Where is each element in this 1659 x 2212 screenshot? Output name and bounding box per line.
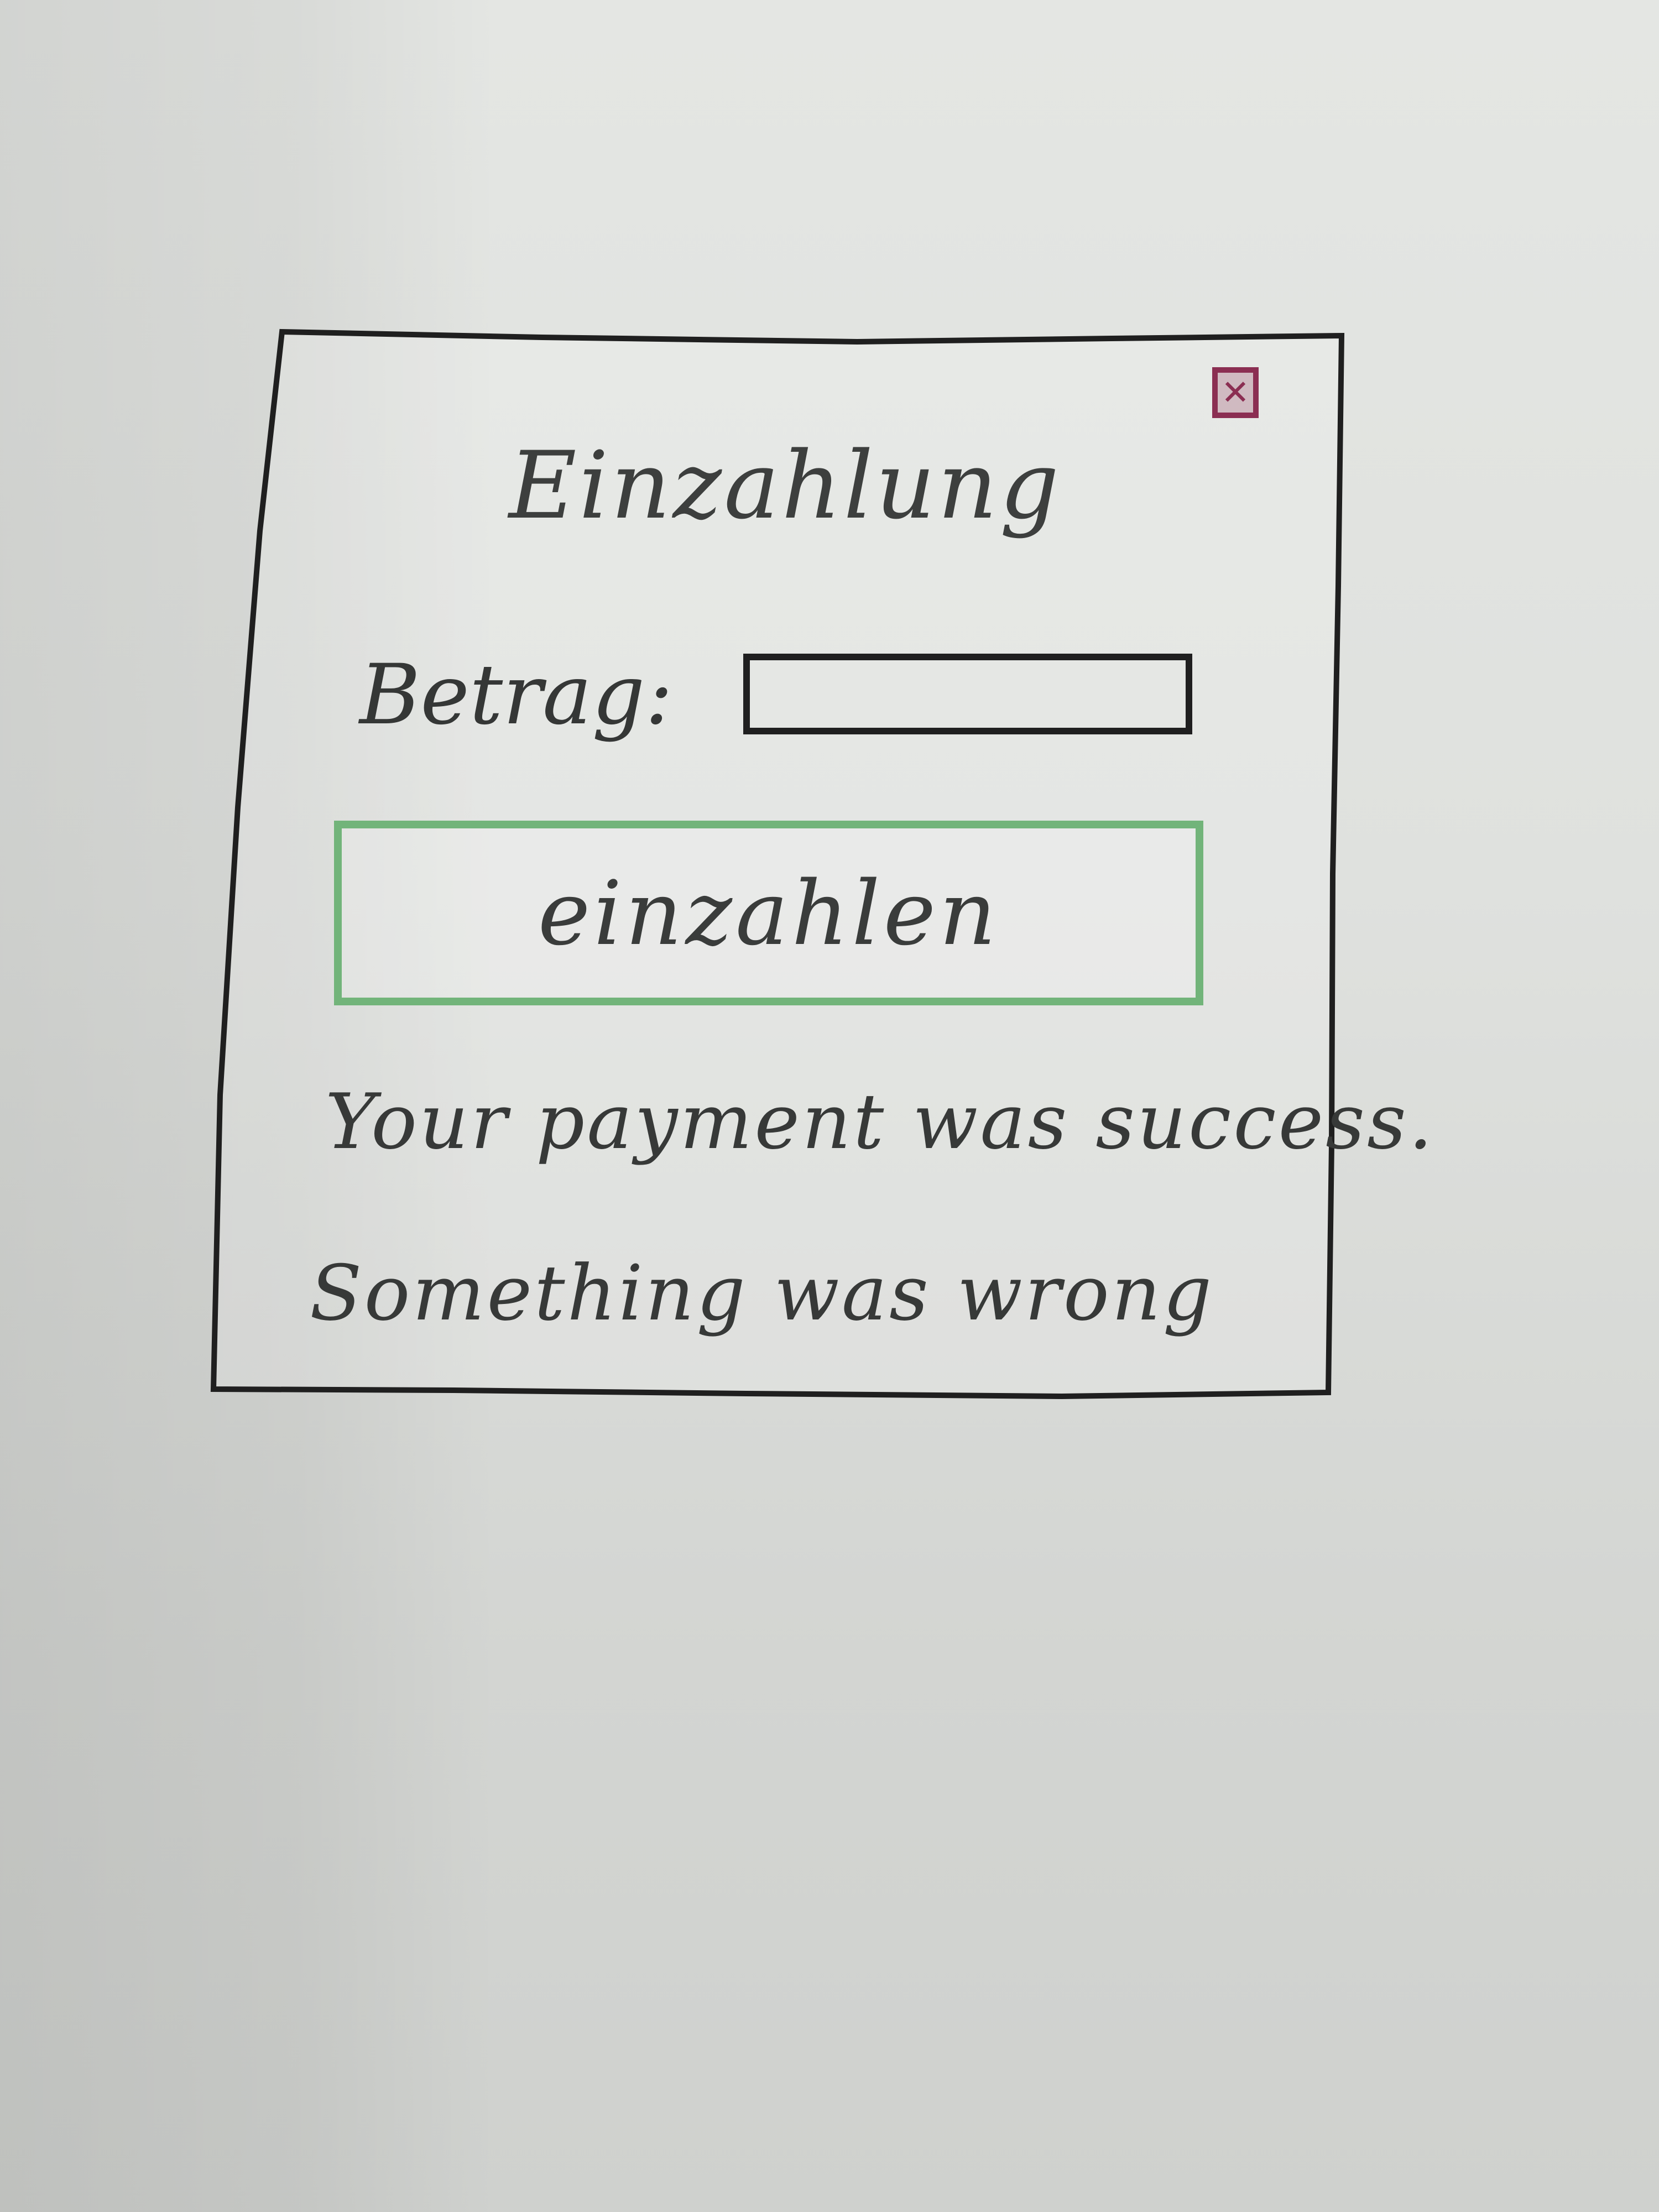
error-message: Something was wrong xyxy=(310,1249,1214,1338)
amount-input[interactable] xyxy=(743,654,1192,734)
amount-label: Betrag: xyxy=(359,647,673,743)
close-button[interactable]: ✕ xyxy=(1212,367,1259,418)
success-message: Your payment was success. xyxy=(325,1077,1435,1166)
close-icon: ✕ xyxy=(1221,372,1250,413)
dialog-title: Einzahlung xyxy=(509,431,1062,540)
deposit-button[interactable]: einzahlen xyxy=(334,821,1203,1005)
